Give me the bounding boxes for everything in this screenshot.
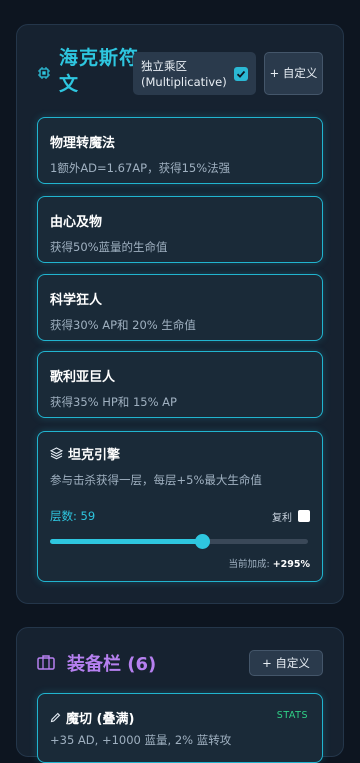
rune-name: 科学狂人	[50, 293, 103, 308]
rune-card[interactable]: 科学狂人 获得30% AP和 20% 生命值	[37, 274, 323, 341]
rune-desc: 获得50%蓝量的生命值	[50, 240, 168, 254]
equipment-item-header: 魔切 (叠满)	[50, 708, 134, 727]
equipment-item-card[interactable]: 魔切 (叠满) STATS +35 AD, +1000 蓝量, 2% 蓝转攻	[37, 693, 323, 763]
rune-name: 歌利亚巨人	[50, 370, 116, 385]
stack-rune-card[interactable]: 坦克引擎 参与击杀获得一层，每层+5%最大生命值 层数: 59 复利 当前加成:…	[37, 431, 323, 582]
compound-label: 复利	[272, 512, 292, 524]
equipment-item-name: 魔切 (叠满)	[66, 712, 135, 727]
current-bonus-value: +295%	[272, 559, 310, 570]
stack-slider-fill	[50, 539, 203, 544]
equipment-panel-title: 装备栏 (6)	[67, 654, 157, 675]
chip-icon	[38, 67, 50, 79]
hex-rune-panel: 海克斯符文 独立乘区 (Multiplicative) + 自定义 物理转魔法 …	[16, 24, 344, 604]
hex-panel-title: 海克斯符文	[59, 47, 140, 95]
rune-desc: 获得35% HP和 15% AP	[50, 395, 177, 409]
hex-panel-header: 海克斯符文 独立乘区 (Multiplicative) + 自定义	[17, 25, 343, 115]
add-custom-item-button[interactable]: + 自定义	[249, 650, 323, 676]
pencil-icon[interactable]	[50, 712, 61, 723]
current-bonus: 当前加成: +295%	[228, 556, 310, 570]
compound-toggle[interactable]: 复利	[272, 509, 310, 524]
checkmark-icon	[236, 70, 246, 78]
briefcase-icon	[37, 655, 55, 670]
stack-count: 层数: 59	[50, 509, 96, 523]
multiplicative-toggle-label: 独立乘区 (Multiplicative)	[141, 58, 227, 89]
rune-name: 物理转魔法	[50, 136, 116, 151]
rune-card[interactable]: 歌利亚巨人 获得35% HP和 15% AP	[37, 351, 323, 418]
stack-slider-thumb[interactable]	[195, 534, 211, 549]
stack-slider[interactable]	[50, 534, 308, 549]
rune-desc: 获得30% AP和 20% 生命值	[50, 318, 196, 332]
equipment-panel: 装备栏 (6) + 自定义 魔切 (叠满) STATS +35 AD, +100…	[16, 627, 344, 763]
current-bonus-label: 当前加成:	[228, 559, 270, 570]
rune-card[interactable]: 由心及物 获得50%蓝量的生命值	[37, 196, 323, 263]
compound-checkbox[interactable]	[298, 510, 310, 522]
stack-controls: 层数: 59 复利	[50, 508, 310, 524]
rune-desc: 1额外AD=1.67AP，获得15%法强	[50, 161, 231, 175]
stack-rune-header: 坦克引擎	[50, 444, 310, 463]
layers-icon	[50, 447, 63, 460]
equipment-item-desc: +35 AD, +1000 蓝量, 2% 蓝转攻	[50, 733, 232, 747]
add-custom-rune-button[interactable]: + 自定义	[264, 52, 323, 95]
stack-rune-desc: 参与击杀获得一层，每层+5%最大生命值	[50, 473, 262, 487]
multiplicative-checkbox[interactable]	[234, 66, 248, 81]
multiplicative-toggle[interactable]: 独立乘区 (Multiplicative)	[133, 52, 256, 95]
stats-badge: STATS	[276, 710, 308, 721]
rune-card[interactable]: 物理转魔法 1额外AD=1.67AP，获得15%法强	[37, 117, 323, 184]
stack-rune-name: 坦克引擎	[68, 448, 121, 463]
rune-name: 由心及物	[50, 215, 103, 230]
